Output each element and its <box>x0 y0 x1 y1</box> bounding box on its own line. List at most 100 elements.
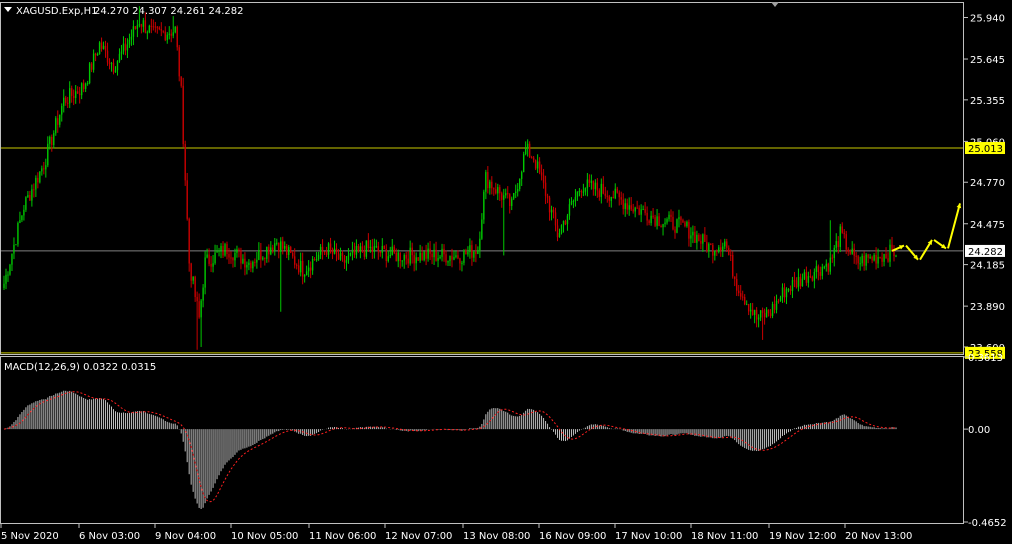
candle-body <box>793 280 796 282</box>
candle-body <box>395 252 397 262</box>
candle-body <box>228 253 230 258</box>
candle-body <box>192 276 194 281</box>
candle-body <box>789 289 792 292</box>
candle-body <box>728 247 730 255</box>
candle-body <box>895 255 897 257</box>
candle-body <box>614 188 616 199</box>
candle-body <box>439 256 441 259</box>
candle-body <box>481 219 483 239</box>
candle-body <box>216 251 218 253</box>
candle-body <box>72 95 75 99</box>
candle-body <box>138 24 141 26</box>
candle-body <box>676 219 678 233</box>
candle-body <box>759 310 762 318</box>
candle-body <box>47 143 49 166</box>
candle-body <box>5 274 7 284</box>
candle-body <box>644 209 646 213</box>
candle-body <box>437 258 439 261</box>
candle-body <box>311 259 314 271</box>
candle-body <box>214 252 216 264</box>
candle-body <box>98 42 101 54</box>
candle-body <box>57 118 59 125</box>
candle-body <box>447 261 449 263</box>
candle-body <box>17 222 19 245</box>
candle-body <box>63 97 65 107</box>
candle-body <box>92 53 95 70</box>
candle-body <box>640 209 642 215</box>
candle-body <box>554 212 557 226</box>
candle-body <box>724 241 726 247</box>
candle-body <box>845 234 847 250</box>
candle-body <box>258 250 260 260</box>
candle-body <box>837 241 839 247</box>
candle-body <box>722 246 724 251</box>
candle-body <box>513 193 515 199</box>
candle-body <box>861 255 863 264</box>
candle-body <box>749 309 752 312</box>
candle-body <box>140 24 143 27</box>
candle-body <box>323 251 326 253</box>
trading-chart[interactable]: XAGUSD.Exp,H1 24.270 24.307 24.261 24.28… <box>0 0 1012 544</box>
candle-body <box>391 246 393 255</box>
candle-body <box>875 254 877 264</box>
candle-body <box>295 264 298 266</box>
candle-body <box>150 25 153 27</box>
candle-body <box>578 191 581 193</box>
candle-body <box>393 246 395 253</box>
candle-body <box>588 179 591 183</box>
candle-body <box>801 278 804 287</box>
candle-body <box>720 247 722 251</box>
candle-body <box>309 267 312 271</box>
candle-body <box>463 250 465 263</box>
candle-body <box>777 300 780 302</box>
candle-body <box>178 47 180 77</box>
candle-body <box>783 287 786 298</box>
candle-body <box>815 266 818 272</box>
candle-body <box>809 276 812 278</box>
candle-body <box>598 190 601 197</box>
candle-body <box>455 255 457 258</box>
candle-body <box>670 214 672 217</box>
candle-body <box>646 212 648 221</box>
candle-body <box>859 263 861 265</box>
candle-body <box>417 257 419 261</box>
time-tick-label: 10 Nov 05:00 <box>231 531 298 542</box>
candle-body <box>90 63 93 70</box>
candle-body <box>148 25 151 33</box>
candle-body <box>307 267 310 272</box>
candle-body <box>9 264 11 275</box>
candle-body <box>337 254 340 260</box>
candle-body <box>238 249 240 251</box>
candle-body <box>210 263 212 267</box>
time-tick-label: 6 Nov 03:00 <box>79 531 140 542</box>
candle-body <box>164 31 166 41</box>
price-tick-label: 23.890 <box>970 302 1005 313</box>
macd-tick-label: 0.00 <box>968 425 990 436</box>
candle-body <box>433 249 435 258</box>
candle-body <box>755 309 758 320</box>
candle-body <box>582 191 585 193</box>
candle-body <box>61 106 63 115</box>
candle-body <box>596 182 599 191</box>
candle-body <box>200 300 202 318</box>
candle-body <box>680 217 682 221</box>
candle-body <box>19 220 21 223</box>
time-tick-label: 16 Nov 09:00 <box>539 531 606 542</box>
candle-body <box>118 53 121 62</box>
candle-body <box>114 70 117 73</box>
candle-body <box>222 245 224 256</box>
candle-body <box>158 27 161 30</box>
candle-body <box>154 26 157 28</box>
candle-body <box>250 262 252 269</box>
candle-body <box>449 255 451 262</box>
candle-body <box>678 217 680 220</box>
candle-body <box>736 279 738 291</box>
candle-body <box>385 249 387 262</box>
candle-body <box>813 271 816 281</box>
candle-body <box>357 245 360 251</box>
candle-body <box>716 250 718 252</box>
candle-body <box>443 248 445 255</box>
candle-body <box>714 250 716 256</box>
candle-body <box>284 245 286 249</box>
candle-body <box>144 20 147 33</box>
